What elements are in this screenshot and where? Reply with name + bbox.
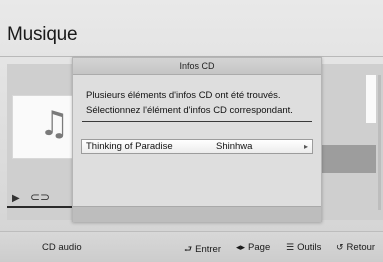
tools-label: Outils [297,242,322,253]
chevron-right-icon: ▸ [303,142,308,151]
screen: Musique ♫ ▶ ⊂⊃ Infos CD Plusieurs élémen… [0,0,383,262]
enter-hint[interactable]: ⮐ Entrer [184,242,221,258]
left-right-arrows-icon: ◂▸ [236,243,246,253]
back-icon: ↺ [336,243,344,253]
album-art: ♫ [12,95,76,159]
enter-label: Entrer [195,244,221,255]
tools-hint[interactable]: ☰ Outils [286,242,321,253]
back-hint[interactable]: ↺ Retour [336,242,375,253]
page-title: Musique [7,24,78,45]
cd-info-result-item[interactable]: Thinking of Paradise Shinhwa ▸ [81,139,313,154]
source-label: CD audio [42,242,82,253]
result-title: Thinking of Paradise [86,141,173,152]
dialog-title: Infos CD [73,58,321,75]
page-label: Page [248,242,271,253]
progress-bar [7,206,77,208]
scrollbar[interactable] [378,75,381,210]
music-note-icon: ♫ [39,104,70,144]
cd-icon: ⊂⊃ [30,190,51,204]
page-hint[interactable]: ◂▸ Page [236,242,270,253]
back-label: Retour [346,242,376,253]
divider [82,121,312,122]
background-card [366,75,376,123]
cd-info-dialog: Infos CD Plusieurs éléments d'infos CD o… [72,57,322,222]
dialog-footer [73,206,321,222]
dialog-message-line-1: Plusieurs éléments d'infos CD ont été tr… [86,90,281,101]
result-artist: Shinhwa [216,141,253,152]
enter-icon: ⮐ [184,245,193,255]
tools-icon: ☰ [286,243,295,253]
play-icon[interactable]: ▶ [12,193,20,204]
dialog-message-line-2: Sélectionnez l'élément d'infos CD corres… [86,105,293,116]
